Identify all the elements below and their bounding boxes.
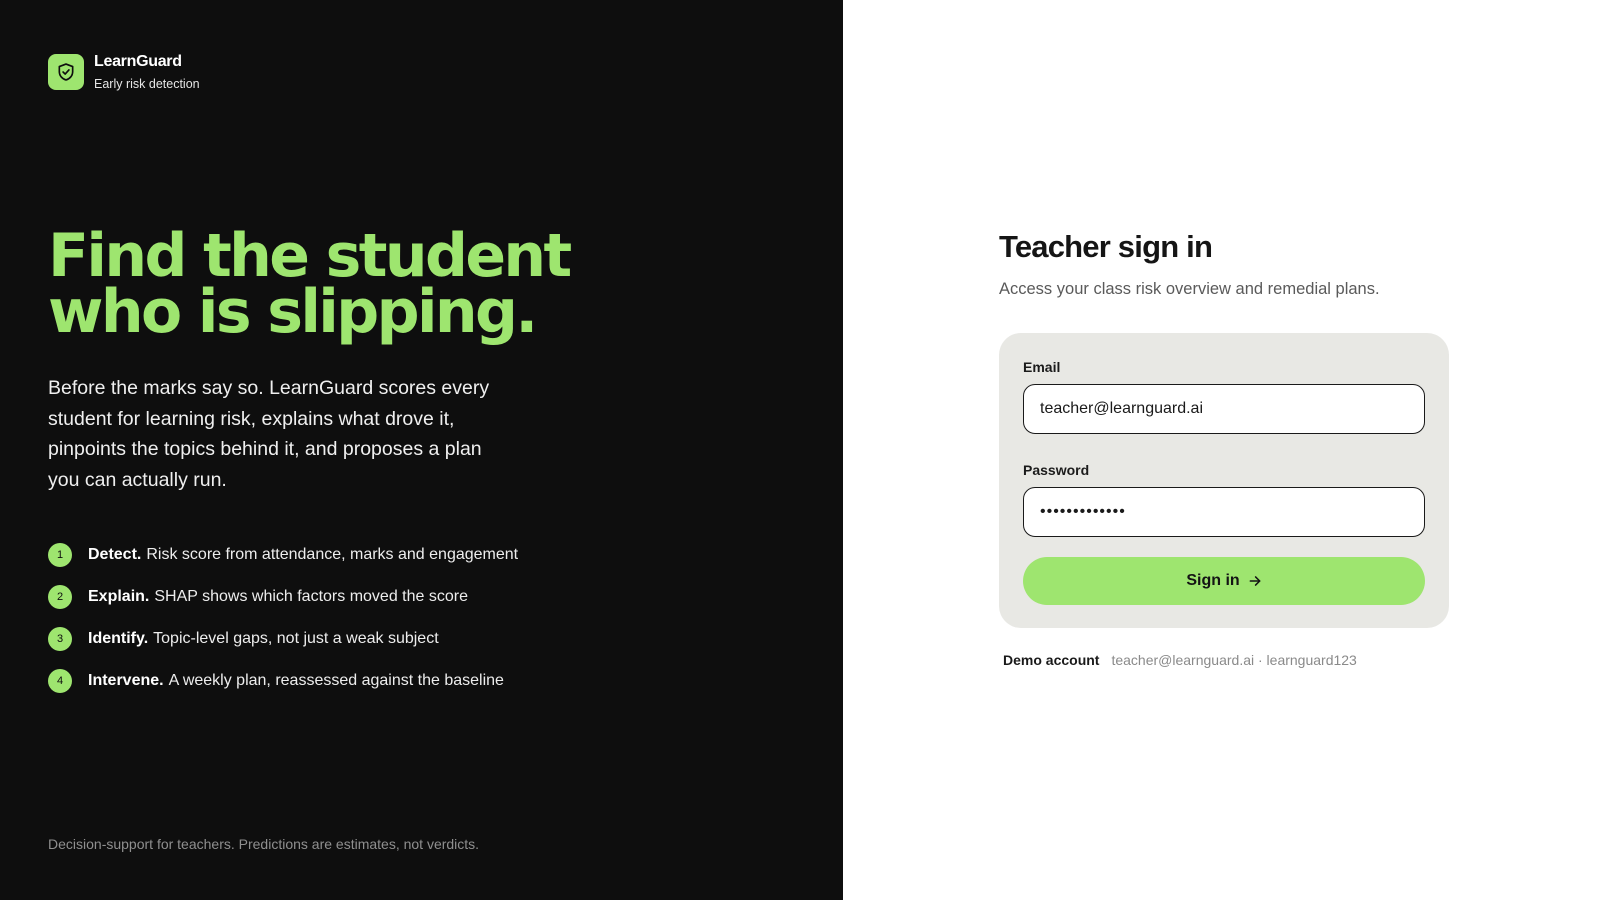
step-text: SHAP shows which factors moved the score (154, 588, 468, 605)
step-text: Risk score from attendance, marks and en… (146, 546, 519, 563)
step-number-badge: 4 (48, 669, 72, 693)
step-number-badge: 2 (48, 585, 72, 609)
hero-headline: Find the student who is slipping. (48, 226, 808, 342)
signin-button[interactable]: Sign in (1023, 557, 1425, 605)
hero-intro: Before the marks say so. LearnGuard scor… (48, 377, 490, 491)
demo-account-credentials: teacher@learnguard.ai · learnguard123 (1111, 652, 1357, 668)
step-intervene: 4 Intervene. A weekly plan, reassessed a… (48, 669, 518, 693)
login-page: LearnGuard Early risk detection Find the… (0, 0, 1600, 900)
step-number-badge: 3 (48, 627, 72, 651)
step-title: Detect. (88, 546, 142, 563)
step-detect: 1 Detect. Risk score from attendance, ma… (48, 543, 518, 567)
step-title: Identify. (88, 630, 149, 647)
signin-title: Teacher sign in (999, 229, 1213, 264)
brand: LearnGuard Early risk detection (48, 52, 200, 92)
brand-tagline: Early risk detection (94, 77, 200, 92)
step-explain: 2 Explain. SHAP shows which factors move… (48, 585, 518, 609)
signin-form: Email Password Sign in (999, 333, 1449, 628)
password-field[interactable] (1023, 487, 1425, 537)
demo-account-info: Demo account teacher@learnguard.ai · lea… (1003, 652, 1357, 668)
step-text: Topic-level gaps, not just a weak subjec… (153, 630, 439, 647)
brand-name: LearnGuard (94, 53, 182, 70)
hero-headline-line-2: who is slipping. (48, 277, 538, 347)
step-number-badge: 1 (48, 543, 72, 567)
signin-button-label: Sign in (1186, 572, 1240, 589)
shield-check-icon (48, 54, 84, 91)
marketing-panel: LearnGuard Early risk detection Find the… (0, 0, 843, 900)
step-identify: 3 Identify. Topic-level gaps, not just a… (48, 627, 518, 651)
arrow-right-icon (1248, 574, 1262, 588)
email-field[interactable] (1023, 384, 1425, 434)
email-label: Email (1023, 359, 1061, 375)
signin-subtitle: Access your class risk overview and reme… (999, 280, 1380, 298)
signin-panel: Teacher sign in Access your class risk o… (843, 0, 1600, 900)
feature-steps: 1 Detect. Risk score from attendance, ma… (48, 543, 518, 711)
disclaimer: Decision-support for teachers. Predictio… (48, 836, 480, 852)
step-title: Intervene. (88, 672, 164, 689)
step-text: A weekly plan, reassessed against the ba… (168, 672, 504, 689)
demo-account-label: Demo account (1003, 652, 1100, 668)
password-label: Password (1023, 462, 1090, 478)
step-title: Explain. (88, 588, 150, 605)
